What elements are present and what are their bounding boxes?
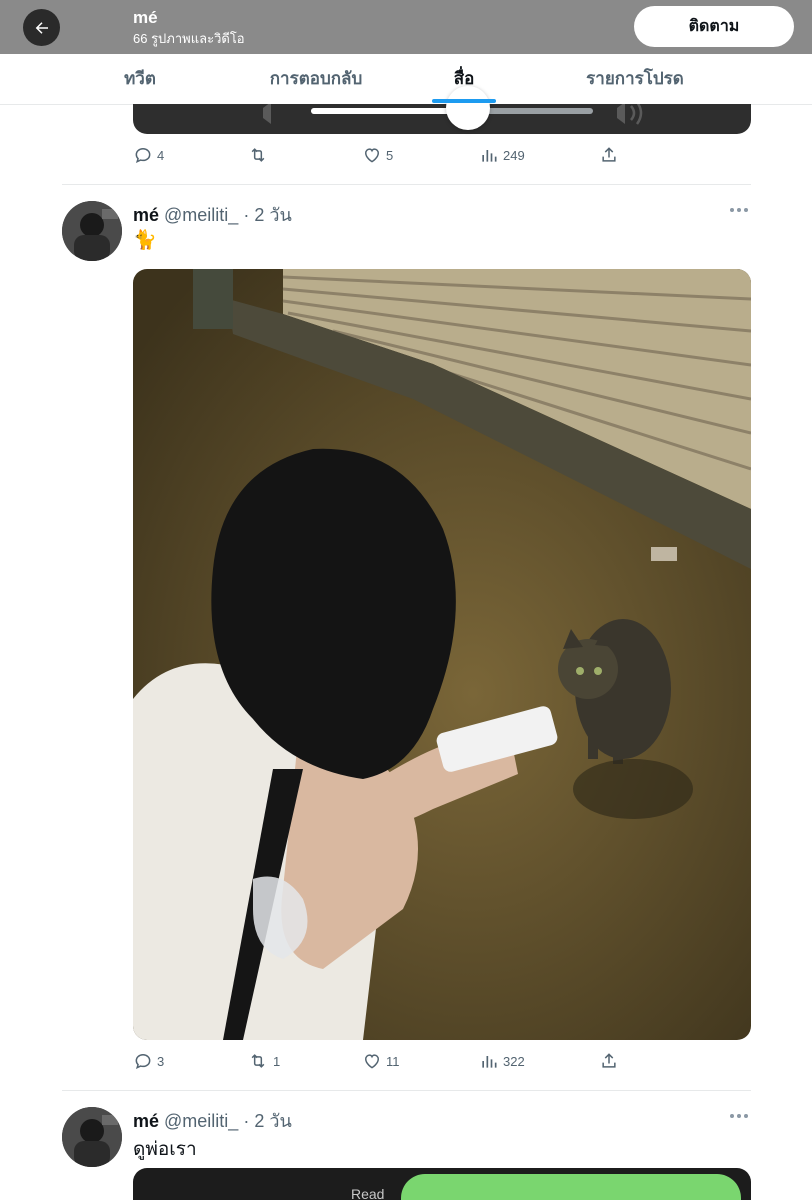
tweet-text: ดูพ่อเรา [133,1139,197,1160]
tweet-text: 🐈 [133,230,157,251]
tweet-actions: 3 1 11 322 [133,1051,633,1075]
tweet-photo[interactable] [133,269,751,1040]
chat-bubble [401,1174,741,1200]
heart-icon [364,148,380,163]
retweet-icon [251,148,265,162]
retweet-count: 1 [273,1053,281,1069]
views-icon [482,150,497,162]
back-button[interactable] [23,9,60,46]
like-count: 11 [386,1053,400,1069]
volume-low-icon [263,104,271,124]
volume-high-icon [617,104,643,125]
reply-icon [135,147,151,164]
like-button[interactable]: 5 [362,145,393,165]
profile-tabs: ทวีต การตอบกลับ สื่อ รายการโปรด [0,54,812,105]
retweet-button[interactable] [247,145,273,165]
like-button[interactable]: 11 [362,1051,400,1071]
profile-header: mé 66 รูปภาพและวิดีโอ ติดตาม [0,0,812,54]
retweet-button[interactable]: 1 [247,1051,280,1071]
reply-icon [135,1053,151,1070]
tab-likes[interactable]: รายการโปรด [560,54,710,105]
tab-replies[interactable]: การตอบกลับ [246,54,386,105]
video-player[interactable] [133,104,751,134]
author-name[interactable]: mé [133,205,159,225]
like-count: 5 [386,147,394,163]
reply-button[interactable]: 3 [133,1051,164,1071]
tweet-time[interactable]: · 2 วัน [243,1111,291,1131]
tweet-time[interactable]: · 2 วัน [243,205,291,225]
follow-button[interactable]: ติดตาม [634,6,794,47]
photo-image [133,269,751,1040]
reply-count: 3 [157,1053,165,1069]
share-button[interactable] [599,1051,619,1071]
view-count: 322 [503,1053,525,1069]
share-button[interactable] [599,145,619,165]
tweet-divider [62,184,751,185]
active-tab-indicator [432,99,496,103]
retweet-icon [251,1054,265,1068]
avatar[interactable] [62,1107,122,1167]
tweet-author: mé @meiliti_ · 2 วัน [133,200,292,229]
tweet-divider [62,1090,751,1091]
view-count: 249 [503,147,525,163]
arrow-left-icon [35,21,48,34]
author-name[interactable]: mé [133,1111,159,1131]
reply-button[interactable]: 4 [133,145,164,165]
author-handle[interactable]: @meiliti_ [164,205,238,225]
profile-name: mé [133,8,158,27]
volume-level [311,108,467,114]
chat-read-receipt: Read [351,1186,385,1200]
avatar-image [62,1107,122,1167]
author-handle[interactable]: @meiliti_ [164,1111,238,1131]
tab-tweets[interactable]: ทวีต [90,54,190,105]
more-button[interactable] [730,1111,752,1121]
views-icon [482,1056,497,1068]
heart-icon [364,1054,380,1069]
share-icon [602,147,616,162]
share-icon [602,1053,616,1068]
views-button[interactable]: 322 [479,1051,525,1071]
tweet-author: mé @meiliti_ · 2 วัน [133,1106,292,1135]
reply-count: 4 [157,147,165,163]
volume-slider-knob[interactable] [446,86,490,130]
media-count: 66 รูปภาพและวิดีโอ [133,31,245,46]
avatar[interactable] [62,201,122,261]
avatar-image [62,201,122,261]
tweet-actions: 4 5 249 [133,145,633,169]
tweet-chat-screenshot[interactable]: Read [133,1168,751,1200]
more-button[interactable] [730,205,752,215]
views-button[interactable]: 249 [479,145,525,165]
